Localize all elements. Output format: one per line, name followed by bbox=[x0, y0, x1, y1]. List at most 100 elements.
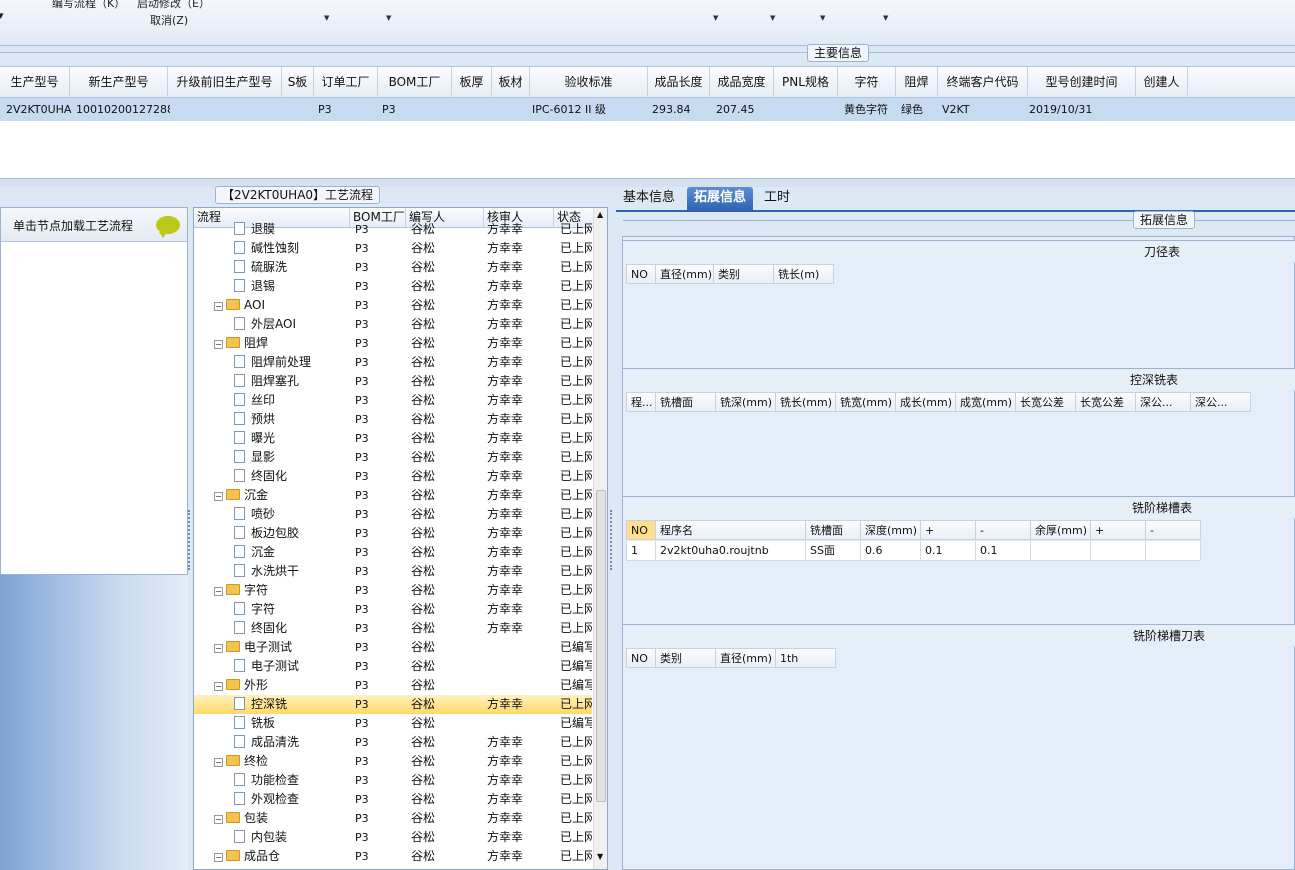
grid-cell[interactable]: 293.84 bbox=[650, 98, 710, 121]
grid-cell[interactable]: 绿色 bbox=[899, 98, 939, 121]
subgrid-column-header[interactable]: 类别 bbox=[656, 648, 716, 668]
subgrid-column-header[interactable]: 直径(mm) bbox=[656, 264, 714, 284]
collapse-icon[interactable]: − bbox=[214, 758, 223, 767]
dropdown-arrow-icon[interactable]: ▼ bbox=[820, 14, 825, 22]
tree-node[interactable]: − AOI bbox=[214, 296, 348, 315]
tree-node[interactable]: − 字符 bbox=[214, 581, 348, 600]
subgrid-cell[interactable] bbox=[1031, 541, 1091, 561]
grid-cell[interactable]: IPC-6012 II 级 bbox=[530, 98, 646, 121]
tree-node[interactable]: 终固化 bbox=[234, 619, 348, 638]
tree-node[interactable]: 内包装 bbox=[234, 828, 348, 847]
collapse-icon[interactable]: − bbox=[214, 302, 223, 311]
tree-row[interactable]: 功能检查 P3 谷松 方幸幸 已上网 bbox=[194, 771, 592, 790]
subgrid-column-header[interactable]: 铣长(m) bbox=[774, 264, 834, 284]
column-header[interactable]: 成品长度 bbox=[648, 67, 710, 98]
subgrid-column-header[interactable]: 铣槽面 bbox=[656, 392, 716, 412]
tab-hours[interactable]: 工时 bbox=[757, 187, 797, 211]
scroll-down-icon[interactable]: ▼ bbox=[597, 852, 603, 861]
tree-row[interactable]: 电子测试 P3 谷松 已编写 bbox=[194, 657, 592, 676]
column-header[interactable]: 订单工厂 bbox=[314, 67, 378, 98]
subgrid-column-header[interactable]: 铣深(mm) bbox=[716, 392, 776, 412]
column-header[interactable]: 板厚 bbox=[452, 67, 492, 98]
subgrid-column-header[interactable]: 长宽公差 bbox=[1076, 392, 1136, 412]
tree-row[interactable]: 终固化 P3 谷松 方幸幸 已上网 bbox=[194, 619, 592, 638]
dropdown-arrow-icon[interactable]: ▼ bbox=[324, 14, 329, 22]
subgrid-cell[interactable]: 1 bbox=[626, 541, 656, 561]
collapse-icon[interactable]: − bbox=[214, 644, 223, 653]
grid-cell[interactable] bbox=[776, 98, 838, 121]
tree-node[interactable]: − 包装 bbox=[214, 809, 348, 828]
grid-cell[interactable]: 2V2KT0UHA0 bbox=[4, 98, 72, 121]
column-header[interactable]: 创建人 bbox=[1136, 67, 1188, 98]
subgrid-column-header[interactable]: 成长(mm) bbox=[896, 392, 956, 412]
tree-node[interactable]: − 终检 bbox=[214, 752, 348, 771]
dropdown-arrow-icon[interactable]: ▼ bbox=[770, 14, 775, 22]
splitter[interactable] bbox=[0, 179, 1295, 187]
edit-process-button[interactable]: 编写流程（K） bbox=[52, 0, 125, 11]
tree-row[interactable]: − AOI P3 谷松 方幸幸 已上网 bbox=[194, 296, 592, 315]
tree-row[interactable]: 外层AOI P3 谷松 方幸幸 已上网 bbox=[194, 315, 592, 334]
tree-row[interactable]: 板边包胶 P3 谷松 方幸幸 已上网 bbox=[194, 524, 592, 543]
main-grid-row[interactable]: 2V2KT0UHA0 10010200127288 P3 P3 IPC-6012 II … bbox=[0, 98, 1295, 121]
subgrid-column-header[interactable]: - bbox=[976, 520, 1031, 540]
tree-row[interactable]: − 外形 P3 谷松 已编写 bbox=[194, 676, 592, 695]
tree-scrollbar[interactable]: ▲ ▼ bbox=[593, 208, 607, 869]
scroll-up-icon[interactable]: ▲ bbox=[597, 210, 603, 219]
tab-basic-info[interactable]: 基本信息 bbox=[616, 187, 682, 211]
subgrid-cell[interactable]: 0.1 bbox=[976, 541, 1031, 561]
tree-node[interactable]: 丝印 bbox=[234, 391, 348, 410]
subgrid-cell[interactable]: SS面 bbox=[806, 541, 861, 561]
subgrid-column-header[interactable]: NO bbox=[626, 264, 656, 284]
subgrid-column-header[interactable]: - bbox=[1146, 520, 1201, 540]
tree-node[interactable]: 外层AOI bbox=[234, 315, 348, 334]
grid-cell[interactable] bbox=[170, 98, 282, 121]
tree-node[interactable]: 碱性蚀刻 bbox=[234, 239, 348, 258]
subgrid-cell[interactable]: 2v2kt0uha0.roujtnb bbox=[656, 541, 806, 561]
tree-node[interactable]: 控深铣 bbox=[234, 695, 348, 714]
tree-row[interactable]: − 沉金 P3 谷松 方幸幸 已上网 bbox=[194, 486, 592, 505]
tree-node[interactable]: 曝光 bbox=[234, 429, 348, 448]
column-header[interactable]: 升级前旧生产型号 bbox=[168, 67, 282, 98]
subgrid-column-header[interactable]: 深度(mm) bbox=[861, 520, 921, 540]
subgrid-column-header[interactable]: NO bbox=[626, 520, 656, 540]
column-header[interactable]: 终端客户代码 bbox=[938, 67, 1028, 98]
grid-cell[interactable]: 黄色字符 bbox=[842, 98, 898, 121]
column-header[interactable]: 验收标准 bbox=[530, 67, 648, 98]
subgrid-column-header[interactable]: 成宽(mm) bbox=[956, 392, 1016, 412]
tab-extended-info[interactable]: 拓展信息 bbox=[687, 187, 754, 211]
collapse-icon[interactable]: − bbox=[214, 815, 223, 824]
tree-row[interactable]: 喷砂 P3 谷松 方幸幸 已上网 bbox=[194, 505, 592, 524]
subgrid-column-header[interactable]: 程序名 bbox=[656, 520, 806, 540]
tree-row[interactable]: 碱性蚀刻 P3 谷松 方幸幸 已上网 bbox=[194, 239, 592, 258]
subgrid-column-header[interactable]: 铣槽面 bbox=[806, 520, 861, 540]
cancel-button[interactable]: 取消(Z) bbox=[150, 12, 188, 28]
tree-node[interactable]: − 电子测试 bbox=[214, 638, 348, 657]
tree-node[interactable]: 退锡 bbox=[234, 277, 348, 296]
subgrid-column-header[interactable]: + bbox=[921, 520, 976, 540]
collapse-icon[interactable]: − bbox=[214, 682, 223, 691]
tree-node[interactable]: 字符 bbox=[234, 600, 348, 619]
tree-row[interactable]: 丝印 P3 谷松 方幸幸 已上网 bbox=[194, 391, 592, 410]
dropdown-arrow-icon[interactable]: ▼ bbox=[713, 14, 718, 22]
column-header[interactable]: BOM工厂 bbox=[378, 67, 452, 98]
tree-node[interactable]: 阻焊前处理 bbox=[234, 353, 348, 372]
subgrid-column-header[interactable]: 铣宽(mm) bbox=[836, 392, 896, 412]
tree-node[interactable]: 水洗烘干 bbox=[234, 562, 348, 581]
grid-cell[interactable]: P3 bbox=[380, 98, 452, 121]
tree-node[interactable]: 硫脲洗 bbox=[234, 258, 348, 277]
subgrid-column-header[interactable]: 程... bbox=[626, 392, 656, 412]
tree-node[interactable]: 终固化 bbox=[234, 467, 348, 486]
start-modify-button[interactable]: 启动修改（E） bbox=[137, 0, 210, 11]
grid-cell[interactable]: P3 bbox=[316, 98, 378, 121]
column-header[interactable]: S板 bbox=[282, 67, 314, 98]
collapse-icon[interactable]: − bbox=[214, 340, 223, 349]
tree-row[interactable]: − 终检 P3 谷松 方幸幸 已上网 bbox=[194, 752, 592, 771]
tree-row[interactable]: 阻焊塞孔 P3 谷松 方幸幸 已上网 bbox=[194, 372, 592, 391]
tree-row[interactable]: 显影 P3 谷松 方幸幸 已上网 bbox=[194, 448, 592, 467]
subgrid-column-header[interactable]: 深公... bbox=[1191, 392, 1251, 412]
tree-row[interactable]: 退锡 P3 谷松 方幸幸 已上网 bbox=[194, 277, 592, 296]
grid-cell[interactable]: 10010200127288 bbox=[74, 98, 170, 121]
grid-cell[interactable]: V2KT bbox=[940, 98, 1028, 121]
subgrid-column-header[interactable]: 直径(mm) bbox=[716, 648, 776, 668]
subgrid-column-header[interactable]: 深公... bbox=[1136, 392, 1191, 412]
